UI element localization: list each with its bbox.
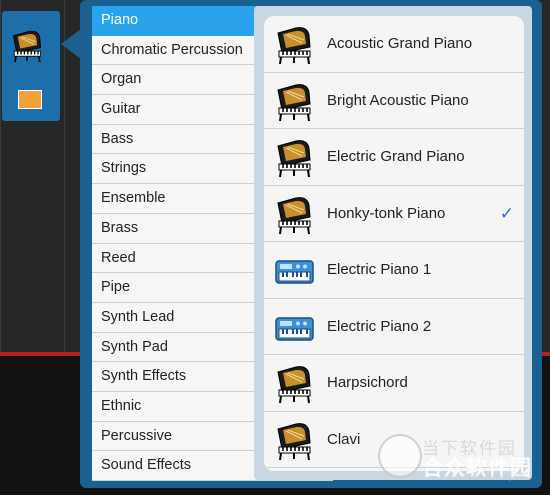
grand-piano-icon [277,26,311,65]
instrument-item[interactable]: Honky-tonk Piano ✓ [264,186,524,242]
track-color-swatch[interactable] [18,90,42,109]
instrument-label: Electric Grand Piano [327,148,465,165]
instrument-label: Clavi [327,430,361,448]
instrument-select-button[interactable] [2,11,60,121]
grand-piano-icon [277,422,311,461]
keyboard-icon [275,260,314,284]
instrument-item[interactable]: Harpsichord [264,355,524,412]
instrument-label: Honky-tonk Piano [327,204,446,222]
instrument-item[interactable]: Electric Grand Piano [264,129,524,186]
grand-piano-icon [277,139,311,178]
grand-piano-icon [277,83,311,122]
watermark-logo-icon [378,434,422,478]
checkmark-icon: ✓ [499,203,514,223]
grand-piano-icon [277,365,311,404]
instrument-picker-popup: Piano Chromatic Percussion Organ Guitar Bass… [80,0,542,488]
instrument-item[interactable]: Acoustic Grand Piano [264,16,524,73]
instrument-label: Bright Acoustic Piano [327,91,469,109]
instrument-item[interactable]: Electric Piano 2 [264,299,524,355]
grand-piano-icon [12,30,42,63]
instrument-label: Electric Piano 2 [327,317,432,335]
grand-piano-icon [277,196,311,235]
instrument-list: Acoustic Grand Piano Bright Acoustic Pian… [264,16,524,471]
instrument-label: Acoustic Grand Piano [327,35,473,52]
watermark-url: www.hezhong.net [468,474,524,481]
site-watermark: 当下软件园 合众软件园 www.hezhong.net [378,430,548,490]
instrument-label: Harpsichord [327,374,408,391]
popup-pointer [61,29,81,59]
instrument-item[interactable]: Bright Acoustic Piano [264,73,524,129]
instrument-item[interactable]: Electric Piano 1 [264,242,524,299]
instrument-label: Electric Piano 1 [327,261,432,278]
instrument-panel: Acoustic Grand Piano Bright Acoustic Pian… [254,6,532,480]
keyboard-icon [275,316,314,341]
